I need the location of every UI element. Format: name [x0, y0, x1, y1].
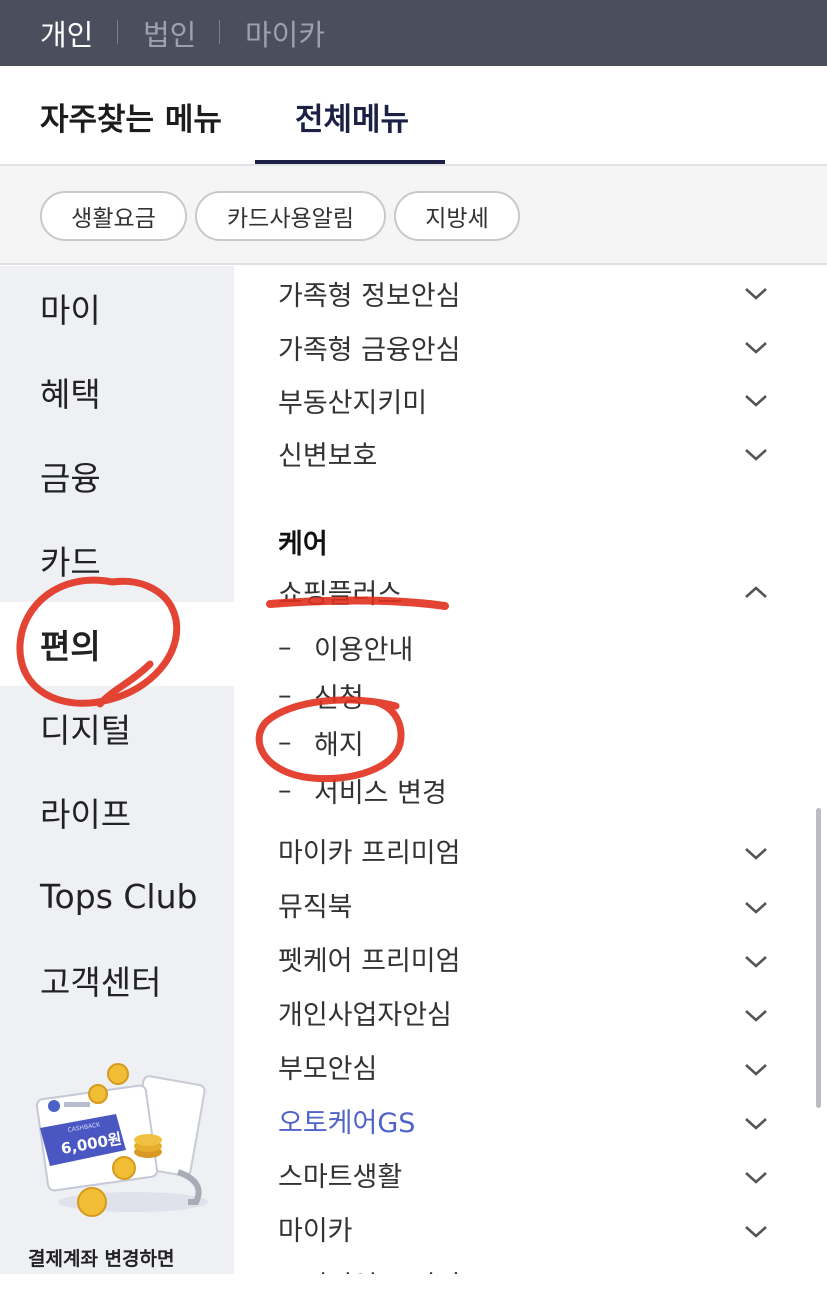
top-segment-bar: 개인 법인 마이카	[0, 0, 827, 66]
menu-item-label: 가족형 정보안심	[278, 280, 461, 312]
sidebar-item-life[interactable]: 라이프	[0, 770, 234, 854]
scrollbar-thumb[interactable]	[816, 808, 821, 1108]
sub-menu-label: 신청	[314, 682, 364, 714]
chevron-down-icon[interactable]	[742, 337, 770, 357]
chevron-down-icon[interactable]	[742, 897, 770, 917]
sub-menu-item[interactable]: – 신청	[278, 671, 364, 719]
chevron-down-icon[interactable]	[742, 283, 770, 303]
menu-item-label: 부모안심	[278, 1053, 378, 1085]
section-title-care: 케어	[278, 529, 328, 560]
sub-menu-item[interactable]: – 서비스 변경	[278, 766, 447, 814]
menu-item[interactable]: 마이카 프리미엄	[278, 823, 798, 877]
menu-item-partial[interactable]: 프리미엄 스피어+	[278, 1256, 798, 1275]
quick-chips: 생활요금 카드사용알림 지방세	[0, 166, 827, 265]
chip-utility-bills[interactable]: 생활요금	[40, 191, 187, 241]
sub-menu-item[interactable]: – 이용안내	[278, 623, 413, 671]
menu-tabs: 자주찾는 메뉴 전체메뉴	[0, 66, 827, 166]
dash-icon: –	[278, 726, 292, 758]
chevron-down-icon[interactable]	[742, 390, 770, 410]
menu-item-label: 쇼핑플러스	[278, 578, 403, 610]
cashback-promo-illustration[interactable]: CASHBACK 6,000원	[28, 1052, 218, 1222]
menu-item[interactable]: 가족형 금융안심	[278, 320, 798, 374]
sub-menu-label: 해지	[314, 729, 364, 761]
menu-item-label: 신변보호	[278, 440, 378, 472]
chevron-down-icon[interactable]	[742, 1113, 770, 1133]
personal-link[interactable]: 개인	[40, 12, 93, 54]
sub-menu-label: 서비스 변경	[314, 777, 447, 809]
menu-item[interactable]: 개인사업자안심	[278, 985, 798, 1039]
divider	[117, 20, 118, 44]
menu-item[interactable]: 펫케어 프리미엄	[278, 931, 798, 985]
dash-icon: –	[278, 679, 292, 711]
sidebar-item-my[interactable]: 마이	[0, 266, 234, 350]
chevron-down-icon[interactable]	[742, 1005, 770, 1025]
chevron-down-icon[interactable]	[742, 843, 770, 863]
chip-card-alert[interactable]: 카드사용알림	[195, 191, 386, 241]
menu-item-label: 마이카 프리미엄	[278, 837, 461, 869]
menu-item-label: 마이카	[278, 1215, 353, 1247]
chip-local-tax[interactable]: 지방세	[394, 191, 520, 241]
tab-favorites[interactable]: 자주찾는 메뉴	[40, 94, 222, 139]
category-sidebar: 마이 혜택 금융 카드 편의 디지털 라이프 Tops Club 고객센터 CA…	[0, 266, 234, 1274]
sub-menu-label: 이용안내	[314, 634, 414, 666]
menu-item[interactable]: 부동산지키미	[278, 373, 798, 427]
promo-caption: 결제계좌 변경하면	[28, 1248, 175, 1270]
menu-item[interactable]: 가족형 정보안심	[278, 266, 798, 320]
chevron-down-icon[interactable]	[742, 951, 770, 971]
menu-item-label: 오토케어GS	[278, 1107, 416, 1139]
menu-item[interactable]: 뮤직북	[278, 877, 798, 931]
menu-item-label: 부동산지키미	[278, 387, 428, 419]
sub-menu-item[interactable]: – 해지	[278, 718, 364, 766]
chevron-down-icon[interactable]	[742, 1059, 770, 1079]
divider	[219, 20, 220, 44]
menu-item-label: 가족형 금융안심	[278, 334, 461, 366]
sidebar-item-card[interactable]: 카드	[0, 518, 234, 602]
menu-list: 가족형 정보안심 가족형 금융안심 부동산지키미 신변보호 케어 쇼핑플러스 –…	[234, 266, 827, 1274]
menu-item[interactable]: 신변보호	[278, 426, 798, 480]
menu-item-autocare-gs[interactable]: 오토케어GS	[278, 1093, 798, 1147]
menu-item-expanded[interactable]: 쇼핑플러스	[278, 564, 798, 618]
active-tab-indicator	[255, 160, 445, 164]
corporate-link[interactable]: 법인	[143, 12, 196, 54]
menu-item[interactable]: 스마트생활	[278, 1147, 798, 1201]
sidebar-item-finance[interactable]: 금융	[0, 434, 234, 518]
menu-item-label: 스마트생활	[278, 1161, 403, 1193]
menu-item-label: 펫케어 프리미엄	[278, 945, 461, 977]
dash-icon: –	[278, 774, 292, 806]
dash-icon: –	[278, 631, 292, 663]
menu-item-label: 뮤직북	[278, 891, 353, 923]
chevron-down-icon[interactable]	[742, 1167, 770, 1187]
chevron-down-icon[interactable]	[742, 1221, 770, 1241]
menu-item-label: 개인사업자안심	[278, 999, 452, 1031]
chevron-up-icon[interactable]	[742, 582, 770, 602]
sidebar-item-benefits[interactable]: 혜택	[0, 350, 234, 434]
menu-item-label: 프리미엄 스피어+	[278, 1264, 483, 1275]
tab-all-menu[interactable]: 전체메뉴	[295, 94, 409, 139]
sidebar-item-digital[interactable]: 디지털	[0, 686, 234, 770]
sidebar-item-tops-club[interactable]: Tops Club	[0, 854, 234, 938]
menu-item[interactable]: 마이카	[278, 1201, 798, 1255]
mycar-link[interactable]: 마이카	[245, 12, 325, 54]
sidebar-item-convenience[interactable]: 편의	[0, 602, 234, 686]
sidebar-item-customer-center[interactable]: 고객센터	[0, 938, 234, 1022]
chevron-down-icon[interactable]	[742, 444, 770, 464]
menu-item[interactable]: 부모안심	[278, 1039, 798, 1093]
